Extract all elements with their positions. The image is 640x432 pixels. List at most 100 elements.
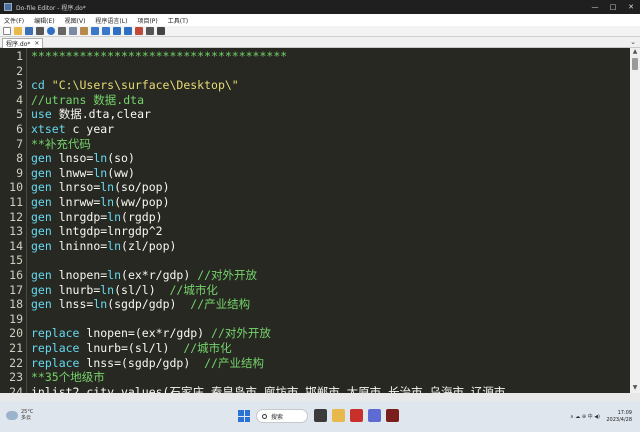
code-token: lnss= [58, 297, 94, 312]
code-line[interactable]: ************************************* [31, 49, 287, 64]
paste-icon[interactable] [80, 27, 88, 35]
code-token: replace [31, 341, 87, 355]
code-line[interactable]: gen lnss=ln(sgdp/gdp) //产业结构 [31, 297, 250, 312]
code-token: ln [93, 297, 108, 312]
store-icon[interactable] [368, 409, 381, 422]
line-number: 18 [9, 297, 23, 312]
code-token: (ww) [107, 165, 135, 180]
code-token: (so) [107, 151, 135, 166]
chevron-down-icon[interactable]: ⌄ [630, 38, 636, 46]
line-number: 22 [9, 355, 23, 370]
code-token: lnrso= [58, 180, 101, 195]
code-line[interactable]: replace lnurb=(sl/l) //城市化 [31, 341, 232, 356]
print-icon[interactable] [36, 27, 44, 35]
code-line[interactable]: **35个地级市 [31, 370, 105, 385]
weather-widget[interactable]: 25°C 多云 [6, 409, 33, 421]
code-line[interactable]: gen lnopen=ln(ex*r/gdp) //对外开放 [31, 268, 257, 283]
cloud-icon [6, 410, 18, 420]
toolbar [0, 26, 640, 37]
line-number: 6 [16, 122, 23, 136]
task-view-icon[interactable] [314, 409, 327, 422]
code-token: (sgdp/gdp) [107, 297, 191, 312]
windows-start-icon[interactable] [238, 410, 250, 422]
weather-condition: 多云 [21, 415, 32, 421]
code-line[interactable]: replace lnopen=(ex*r/gdp) //对外开放 [31, 326, 271, 341]
code-editor[interactable]: 1 2 3 4 5 6 7 8 9 10 11 12 13 14 15 16 17 18 19 20 21 22 23 24 … [0, 48, 630, 393]
minimize-button[interactable]: — [586, 3, 604, 11]
file-explorer-icon[interactable] [332, 409, 345, 422]
code-token: lnurb= [58, 282, 101, 297]
open-folder-icon[interactable] [14, 27, 22, 35]
code-line[interactable]: //utrans 数据.dta [31, 93, 144, 108]
code-token: 数据.dta,clear [58, 107, 151, 122]
code-line[interactable]: gen lntgdp=lnrgdp^2 [31, 224, 163, 239]
code-line[interactable]: gen lnurb=ln(sl/l) //城市化 [31, 283, 218, 298]
execute-icon[interactable] [157, 27, 165, 35]
code-token: lnss=(sgdp/gdp) [86, 355, 205, 370]
code-token: gen [31, 282, 59, 297]
code-token: //对外开放 [211, 326, 271, 341]
cut-icon[interactable] [58, 27, 66, 35]
code-token: lnrgdp= [58, 209, 108, 224]
code-token: c year [72, 122, 115, 136]
maximize-button[interactable]: □ [604, 3, 622, 11]
redo-icon[interactable] [102, 27, 110, 35]
gutter-separator [26, 48, 27, 393]
taskbar-search[interactable]: 搜索 [256, 409, 308, 423]
code-line[interactable]: inlist2 city,values(石家庄,秦皇岛市,廊坊市,邯郸市,太原市… [31, 385, 512, 393]
menu-tools[interactable]: 工具(T) [168, 16, 188, 25]
line-number: 2 [16, 63, 23, 78]
line-number: 5 [16, 107, 23, 122]
code-line[interactable]: gen lnrww=ln(ww/pop) [31, 195, 170, 210]
tab-label: 程序.do* [6, 41, 31, 48]
code-line[interactable]: gen lninno=ln(zl/pop) [31, 239, 176, 254]
code-token: inlist2 city,values(石家庄,秦皇岛市,廊坊市,邯郸市,太原市… [31, 384, 513, 393]
tab-program-do[interactable]: 程序.do* ✕ [2, 38, 44, 48]
vertical-scrollbar[interactable]: ▲ ▼ [630, 48, 640, 393]
code-line[interactable]: gen lnrgdp=ln(rgdp) [31, 210, 163, 225]
indent-icon[interactable] [113, 27, 121, 35]
taskbar: 25°C 多云 搜索 ∧ ☁ ⊕ 中 ◀) 17:09 2023/4/28 [0, 401, 640, 432]
code-token: replace [31, 355, 87, 370]
scroll-thumb[interactable] [632, 58, 638, 70]
outdent-icon[interactable] [124, 27, 132, 35]
code-line[interactable]: use 数据.dta,clear [31, 107, 151, 122]
code-token: ln [100, 195, 115, 209]
code-line[interactable]: **补充代码 [31, 137, 91, 152]
bookmark-icon[interactable] [135, 27, 143, 35]
find-icon[interactable] [47, 27, 55, 35]
system-tray[interactable]: ∧ ☁ ⊕ 中 ◀) [570, 413, 600, 420]
save-icon[interactable] [25, 27, 33, 35]
undo-icon[interactable] [91, 27, 99, 35]
clock[interactable]: 17:09 2023/4/28 [606, 410, 632, 424]
scroll-down-icon[interactable]: ▼ [630, 384, 640, 393]
new-file-icon[interactable] [3, 27, 11, 35]
window-title: Do-file Editor - 程序.do* [16, 4, 86, 12]
scroll-up-icon[interactable]: ▲ [630, 48, 640, 57]
code-line[interactable]: gen lnww=ln(ww) [31, 166, 135, 181]
code-token: lntgdp=lnrgdp^2 [58, 224, 163, 239]
code-token: (so/pop) [114, 180, 170, 195]
stata-taskbar-icon[interactable] [386, 409, 399, 422]
tab-close-icon[interactable]: ✕ [34, 40, 39, 47]
show-file-icon[interactable] [146, 27, 154, 35]
menu-bar: 文件(F) 编辑(E) 视图(V) 程序语言(L) 项目(P) 工具(T) [0, 14, 640, 26]
code-line[interactable]: replace lnss=(sgdp/gdp) //产业结构 [31, 356, 264, 371]
code-token: **补充代码 [31, 136, 91, 151]
code-line[interactable]: cd "C:\Users\surface\Desktop\" [31, 78, 239, 93]
menu-language[interactable]: 程序语言(L) [95, 16, 127, 25]
menu-view[interactable]: 视图(V) [65, 16, 86, 25]
code-line[interactable]: xtset c year [31, 122, 114, 137]
menu-project[interactable]: 项目(P) [137, 16, 157, 25]
code-token: gen [31, 297, 59, 312]
wps-icon[interactable] [350, 409, 363, 422]
code-line[interactable]: gen lnso=ln(so) [31, 151, 135, 166]
close-button[interactable]: ✕ [622, 3, 640, 11]
code-token: (ex*r/gdp) [121, 268, 198, 282]
code-token: ln [107, 268, 122, 282]
stata-app-icon [4, 3, 12, 11]
menu-edit[interactable]: 编辑(E) [34, 16, 54, 25]
code-line[interactable]: gen lnrso=ln(so/pop) [31, 180, 170, 195]
copy-icon[interactable] [69, 27, 77, 35]
menu-file[interactable]: 文件(F) [4, 16, 24, 25]
